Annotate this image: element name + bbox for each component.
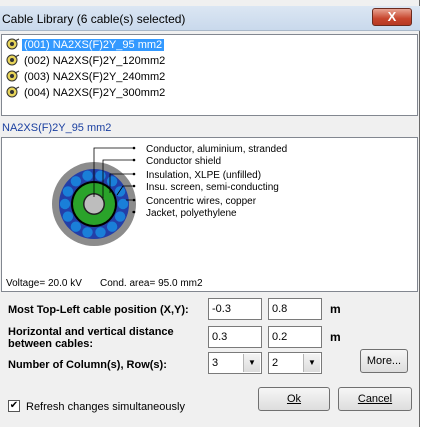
columns-select[interactable]: 3 ▼ — [208, 352, 262, 374]
leader-dot — [132, 146, 136, 150]
concentric-wire — [82, 170, 93, 181]
columns-value: 3 — [212, 357, 219, 369]
cable-list[interactable]: (001) NA2XS(F)2Y_95 mm2 (002) NA2XS(F)2Y… — [1, 34, 418, 116]
more-button[interactable]: More... — [360, 349, 408, 373]
grid-label: Number of Column(s), Row(s): — [8, 359, 167, 371]
cable-list-item-label: (002) NA2XS(F)2Y_120mm2 — [24, 55, 166, 67]
legend-insulation: Insulation, XLPE (unfilled) — [146, 170, 261, 181]
title-bar: Cable Library (6 cable(s) selected) X — [0, 6, 420, 31]
cable-list-item-label: (001) NA2XS(F)2Y_95 mm2 — [22, 39, 165, 51]
rows-value: 2 — [272, 357, 279, 369]
cable-library-dialog: Cable Library (6 cable(s) selected) X (0… — [0, 0, 420, 427]
legend-concentric-wires: Concentric wires, copper — [146, 196, 257, 207]
chevron-down-icon[interactable]: ▼ — [303, 354, 320, 372]
distance-horizontal-input[interactable]: 0.3 — [208, 326, 262, 348]
concentric-wire — [62, 211, 74, 222]
cable-icon — [6, 86, 20, 98]
chevron-down-icon[interactable]: ▼ — [243, 354, 260, 372]
cancel-button[interactable]: Cancel — [338, 387, 412, 411]
concentric-wire — [95, 170, 106, 181]
window-title: Cable Library (6 cable(s) selected) — [2, 12, 186, 26]
legend-insulation-screen: Insu. screen, semi-conducting — [146, 182, 279, 193]
cable-icon — [6, 54, 20, 66]
position-y-input[interactable]: 0.8 — [268, 298, 322, 320]
legend-jacket: Jacket, polyethylene — [146, 208, 237, 219]
rows-select[interactable]: 2 ▼ — [268, 352, 322, 374]
conductor-core — [84, 194, 104, 214]
concentric-wire — [106, 176, 118, 187]
cable-list-item[interactable]: (002) NA2XS(F)2Y_120mm2 — [6, 54, 167, 67]
close-button[interactable]: X — [372, 8, 412, 26]
leader-dot — [132, 198, 136, 202]
cable-icon — [6, 70, 20, 82]
concentric-wire — [62, 186, 74, 197]
cable-list-item[interactable]: (004) NA2XS(F)2Y_300mm2 — [6, 86, 167, 99]
checkmark-icon: ✔ — [9, 400, 19, 411]
concentric-wire — [70, 221, 82, 232]
cable-list-item-label: (003) NA2XS(F)2Y_240mm2 — [24, 71, 166, 83]
concentric-wire — [114, 186, 126, 197]
distance-unit: m — [330, 330, 341, 344]
cable-cross-section-panel: Conductor, aluminium, stranded Conductor… — [1, 137, 418, 292]
distance-label: Horizontal and vertical distance between… — [8, 326, 174, 350]
voltage-readout: Voltage= 20.0 kV — [6, 278, 82, 289]
concentric-wire — [70, 176, 82, 187]
cable-list-item[interactable]: (001) NA2XS(F)2Y_95 mm2 — [6, 38, 165, 51]
concentric-wire — [106, 221, 118, 232]
concentric-wire — [95, 227, 106, 238]
conductor-area-readout: Cond. area= 95.0 mm2 — [100, 278, 203, 289]
selected-cable-name: NA2XS(F)2Y_95 mm2 — [2, 122, 112, 134]
position-unit: m — [330, 302, 341, 316]
position-x-input[interactable]: -0.3 — [208, 298, 262, 320]
cancel-button-label: Cancel — [357, 393, 393, 405]
cable-icon — [6, 38, 20, 50]
refresh-label: Refresh changes simultaneously — [26, 401, 185, 413]
distance-vertical-input[interactable]: 0.2 — [268, 326, 322, 348]
concentric-wire — [82, 227, 93, 238]
position-label: Most Top-Left cable position (X,Y): — [8, 304, 189, 316]
cable-list-item-label: (004) NA2XS(F)2Y_300mm2 — [24, 87, 166, 99]
leader-dot — [132, 210, 136, 214]
ok-button-label: Ok — [286, 393, 302, 405]
cable-list-item[interactable]: (003) NA2XS(F)2Y_240mm2 — [6, 70, 167, 83]
concentric-wire — [114, 211, 126, 222]
leader-dot — [132, 184, 136, 188]
leader-dot — [132, 158, 136, 162]
ok-button[interactable]: Ok — [258, 387, 330, 411]
leader-dot — [132, 172, 136, 176]
concentric-wire — [59, 198, 71, 210]
cable-cross-section-drawing: Conductor, aluminium, stranded Conductor… — [6, 144, 287, 289]
legend-conductor: Conductor, aluminium, stranded — [146, 144, 287, 155]
refresh-checkbox[interactable]: ✔ — [8, 400, 20, 412]
legend-conductor-shield: Conductor shield — [146, 156, 221, 167]
